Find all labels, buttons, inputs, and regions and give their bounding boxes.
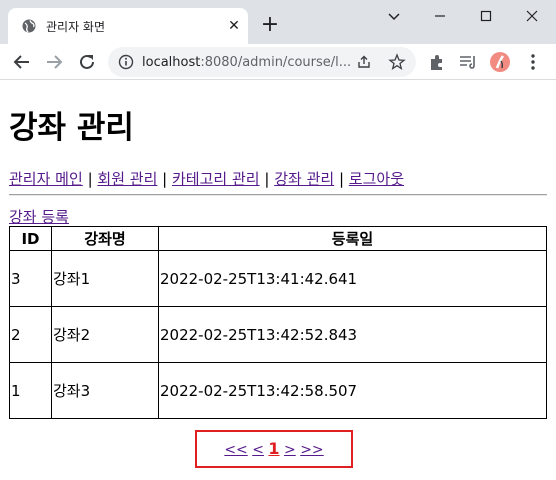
nav-link-admin-main[interactable]: 관리자 메인 <box>9 170 83 188</box>
nav-link-logout[interactable]: 로그아웃 <box>349 170 404 188</box>
new-tab-icon[interactable]: + <box>258 14 282 38</box>
last-page-link[interactable]: >> <box>300 442 323 458</box>
nav-separator: | <box>162 170 168 188</box>
url-text: localhost:8080/admin/course/l... <box>142 55 351 70</box>
table-header-row: ID 강좌명 등록일 <box>9 226 547 251</box>
nav-separator: | <box>264 170 270 188</box>
table-row: 3 강좌1 2022-02-25T13:41:42.641 <box>9 250 547 307</box>
tab-title: 관리자 화면 <box>46 20 106 34</box>
pagination: << < 1 > >> <box>197 432 351 466</box>
nav-link-categories[interactable]: 카테고리 관리 <box>172 170 260 188</box>
url-path: :8080/admin/course/l... <box>200 55 352 70</box>
course-table: ID 강좌명 등록일 3 강좌1 2022-02-25T13:41:42.641… <box>9 226 547 419</box>
nav-separator: | <box>338 170 345 188</box>
horizontal-rule <box>9 194 547 196</box>
column-header-date: 등록일 <box>158 226 547 251</box>
cell-id: 2 <box>9 306 52 363</box>
address-bar[interactable]: localhost:8080/admin/course/l... <box>108 47 416 77</box>
close-tab-icon[interactable]: ✕ <box>226 18 242 34</box>
nav-separator: | <box>87 170 93 188</box>
nav-link-courses[interactable]: 강좌 관리 <box>274 170 334 188</box>
cell-date: 2022-02-25T13:42:58.507 <box>158 362 547 419</box>
cell-date: 2022-02-25T13:41:42.641 <box>158 250 547 307</box>
admin-nav: 관리자 메인 | 회원 관리 | 카테고리 관리 | 강좌 관리 | 로그아웃 <box>9 168 404 189</box>
url-host: localhost <box>142 55 201 70</box>
share-icon[interactable] <box>356 54 372 70</box>
info-icon[interactable] <box>118 54 134 70</box>
tab-search-icon[interactable] <box>382 6 406 26</box>
tab-strip: 관리자 화면 ✕ + <box>0 0 556 44</box>
minimize-icon[interactable] <box>428 6 452 26</box>
nav-link-members[interactable]: 회원 관리 <box>97 170 157 188</box>
forward-icon[interactable] <box>43 51 65 73</box>
column-header-name: 강좌명 <box>51 226 159 251</box>
first-page-link[interactable]: << <box>224 442 247 458</box>
reading-list-icon[interactable] <box>457 51 479 73</box>
pagination-highlight-box: << < 1 > >> <box>195 430 353 468</box>
cell-name: 강좌3 <box>51 362 159 419</box>
back-icon[interactable] <box>11 51 33 73</box>
page-content: 강좌 관리 관리자 메인 | 회원 관리 | 카테고리 관리 | 강좌 관리 |… <box>0 80 556 480</box>
close-window-icon[interactable] <box>520 6 544 26</box>
table-row: 1 강좌3 2022-02-25T13:42:58.507 <box>9 362 547 419</box>
cell-id: 1 <box>9 362 52 419</box>
menu-kebab-icon[interactable] <box>522 51 544 73</box>
globe-icon <box>22 19 36 33</box>
cell-id: 3 <box>9 250 52 307</box>
profile-avatar-icon[interactable] <box>489 51 511 73</box>
reload-icon[interactable] <box>76 51 98 73</box>
page-title: 강좌 관리 <box>9 110 134 146</box>
browser-tab[interactable]: 관리자 화면 ✕ <box>8 8 248 44</box>
cell-name: 강좌1 <box>51 250 159 307</box>
current-page-link[interactable]: 1 <box>268 439 279 458</box>
browser-toolbar: localhost:8080/admin/course/l... <box>0 44 556 80</box>
extensions-icon[interactable] <box>426 51 448 73</box>
next-page-link[interactable]: > <box>284 442 296 458</box>
maximize-icon[interactable] <box>474 6 498 26</box>
cell-date: 2022-02-25T13:42:52.843 <box>158 306 547 363</box>
cell-name: 강좌2 <box>51 306 159 363</box>
column-header-id: ID <box>9 226 52 251</box>
bookmark-star-icon[interactable] <box>388 53 406 71</box>
prev-page-link[interactable]: < <box>252 442 264 458</box>
register-course-link[interactable]: 강좌 등록 <box>9 206 69 227</box>
table-row: 2 강좌2 2022-02-25T13:42:52.843 <box>9 306 547 363</box>
